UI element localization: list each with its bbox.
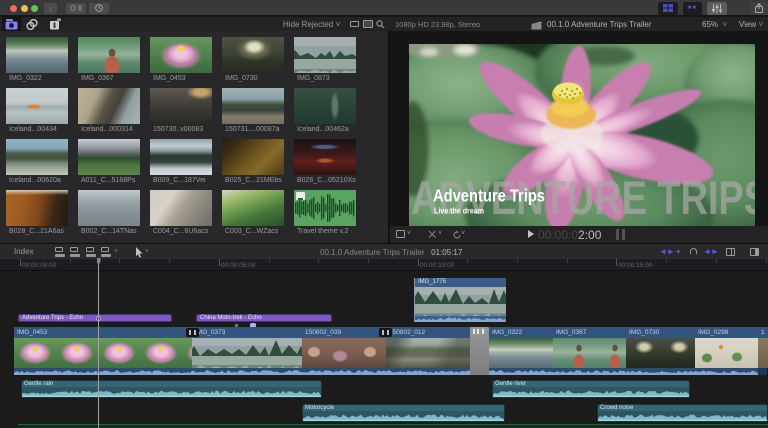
svg-text:Adventure Trips: Adventure Trips	[433, 186, 545, 206]
svg-text:Live the dream: Live the dream	[434, 207, 484, 216]
